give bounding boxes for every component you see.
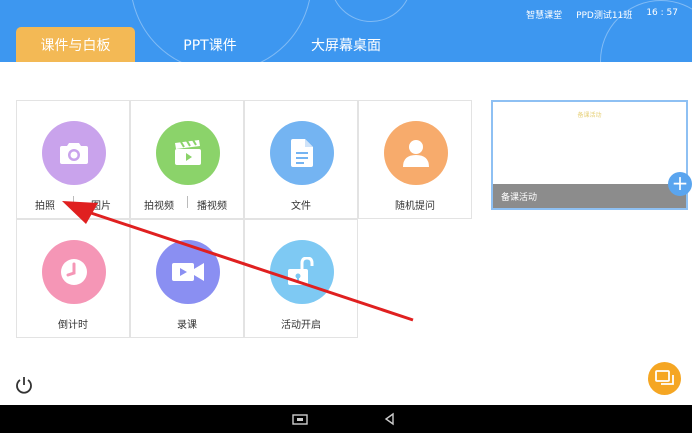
video-camera-icon [172,263,204,281]
power-icon [16,377,32,394]
tab-label: 课件与白板 [40,37,111,54]
record-video-button[interactable] [156,121,220,185]
card-title: 备课活动 [577,112,602,119]
random-question-button[interactable] [384,121,448,185]
tool-start-activity[interactable]: 活动开启 [244,219,358,338]
class-name: PPD测试11班 [576,11,633,21]
classroom-label: 智慧课堂 [526,11,563,21]
play-video-label[interactable]: 播视频 [197,197,227,212]
tool-grid: 拍照 图片 拍视频 播视频 文件 随机提问 倒计时 录课 活动开启 [16,100,472,338]
tool-countdown[interactable]: 倒计时 [16,219,130,338]
record-video-label[interactable]: 拍视频 [144,197,174,212]
countdown-button[interactable] [42,240,106,304]
status-bar: 智慧课堂 PPD测试11班 16 : 57 [526,8,678,21]
tab-big-screen-desktop[interactable]: 大屏幕桌面 [290,27,402,62]
card-label: 备课活动 [501,193,538,203]
chat-button[interactable] [648,362,681,395]
recent-apps-button[interactable] [292,411,308,427]
photo-button[interactable] [42,121,106,185]
tab-label: PPT课件 [183,37,237,54]
back-triangle-icon [384,412,394,426]
chat-bubbles-icon [654,369,674,385]
tool-file[interactable]: 文件 [244,100,358,219]
person-icon [403,140,429,167]
unlock-icon [288,257,314,285]
photo-label[interactable]: 拍照 [35,197,55,212]
tab-courseware-whiteboard[interactable]: 课件与白板 [16,27,135,62]
tool-photo-picture: 拍照 图片 [16,100,130,219]
lesson-prep-activity-card[interactable]: 备课活动 备课活动 + [491,100,692,210]
system-nav-bar [0,405,692,433]
power-button[interactable] [15,376,33,394]
record-lesson-label: 录课 [177,320,197,331]
divider [187,196,188,208]
tool-video: 拍视频 播视频 [130,100,244,219]
divider [73,196,74,208]
tab-ppt-courseware[interactable]: PPT课件 [162,27,258,62]
back-button[interactable] [382,411,398,427]
add-activity-button[interactable]: + [668,172,692,196]
file-button[interactable] [270,121,334,185]
top-bar: 智慧课堂 PPD测试11班 16 : 57 课件与白板 PPT课件 大屏幕桌面 [0,0,692,62]
tab-label: 大屏幕桌面 [311,37,381,54]
card-footer: 备课活动 + [493,172,692,208]
start-activity-label: 活动开启 [281,320,321,331]
clock-icon [61,259,87,285]
record-lesson-button[interactable] [156,240,220,304]
camera-icon [60,143,88,164]
countdown-label: 倒计时 [58,320,88,331]
random-question-label: 随机提问 [395,201,435,212]
decor-circle [330,0,412,22]
file-label: 文件 [291,201,311,212]
clapperboard-icon [175,140,201,165]
recent-apps-icon [292,414,308,425]
tool-record-lesson[interactable]: 录课 [130,219,244,338]
tool-random-question[interactable]: 随机提问 [358,100,472,219]
document-icon [291,139,313,167]
clock: 16 : 57 [646,8,678,18]
start-activity-button[interactable] [270,240,334,304]
picture-label[interactable]: 图片 [91,197,111,212]
